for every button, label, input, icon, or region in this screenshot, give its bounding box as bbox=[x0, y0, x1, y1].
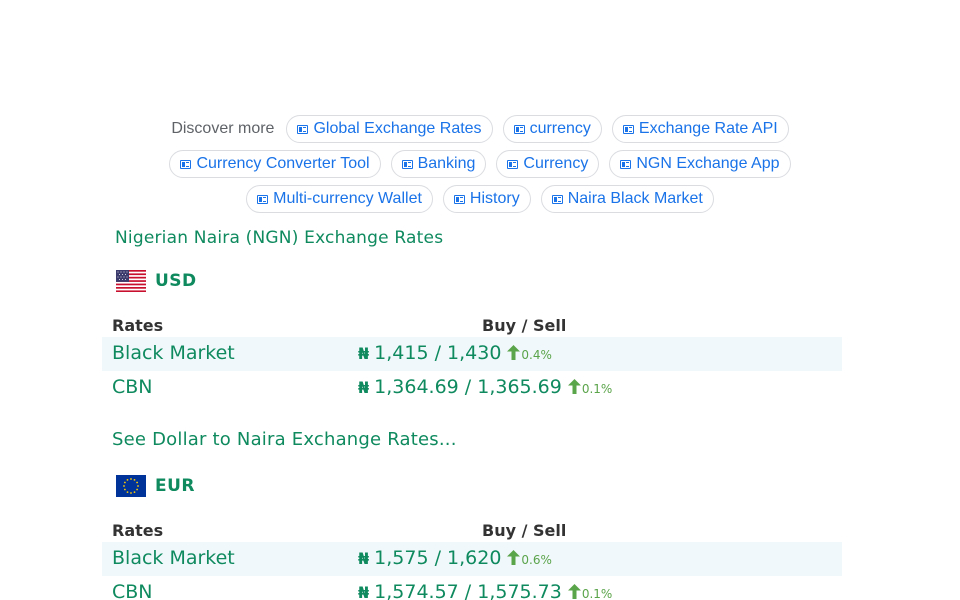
arrow-up-icon bbox=[507, 345, 521, 360]
discover-row-3: Multi-currency Wallet History Naira Blac… bbox=[0, 184, 960, 214]
news-icon bbox=[453, 194, 465, 204]
news-icon bbox=[180, 159, 192, 169]
header-buy-sell: Buy / Sell bbox=[482, 316, 567, 335]
arrow-up-icon bbox=[507, 550, 521, 565]
chip-currency[interactable]: Currency bbox=[496, 150, 600, 178]
header-rates: Rates bbox=[112, 316, 164, 335]
table-row-eur-black-market: Black Market ₦ 1,575 / 1,620 0.6% bbox=[102, 542, 842, 576]
page: Discover more Global Exchange Rates curr… bbox=[0, 0, 960, 600]
rate-change: 0.1% bbox=[581, 587, 613, 600]
discover-row-1: Discover more Global Exchange Rates curr… bbox=[0, 114, 960, 144]
currency-code-eur: EUR bbox=[155, 476, 196, 496]
currency-code-usd: USD bbox=[155, 271, 197, 291]
naira-symbol: ₦ bbox=[358, 583, 370, 600]
chip-currency-converter-tool[interactable]: Currency Converter Tool bbox=[169, 150, 381, 178]
rate-value: ₦ 1,364.69 / 1,365.69 0.1% bbox=[358, 376, 613, 398]
chip-banking[interactable]: Banking bbox=[390, 150, 487, 178]
currency-header-eur: EUR bbox=[102, 473, 842, 499]
table-row-usd-cbn: CBN ₦ 1,364.69 / 1,365.69 0.1% bbox=[102, 371, 842, 405]
usd-section: USD Rates Buy / Sell Black Market ₦ 1,415… bbox=[102, 268, 842, 405]
rate-change: 0.1% bbox=[581, 382, 613, 396]
arrow-up-icon bbox=[567, 379, 581, 394]
discover-more-label: Discover more bbox=[171, 120, 275, 137]
rates-table-header: Rates Buy / Sell bbox=[102, 518, 842, 542]
news-icon bbox=[401, 159, 413, 169]
naira-symbol: ₦ bbox=[358, 378, 370, 397]
chip-history[interactable]: History bbox=[442, 185, 531, 213]
rate-name: CBN bbox=[112, 581, 153, 600]
see-dollar-rates-link[interactable]: See Dollar to Naira Exchange Rates... bbox=[112, 429, 457, 450]
header-rates: Rates bbox=[112, 521, 164, 540]
rates-table-header: Rates Buy / Sell bbox=[102, 313, 842, 337]
news-icon bbox=[513, 124, 525, 134]
news-icon bbox=[507, 159, 519, 169]
rate-value: ₦ 1,575 / 1,620 0.6% bbox=[358, 547, 552, 569]
page-title: Nigerian Naira (NGN) Exchange Rates bbox=[115, 228, 444, 248]
news-icon bbox=[297, 124, 309, 134]
chip-naira-black-market[interactable]: Naira Black Market bbox=[540, 185, 714, 213]
chip-global-exchange-rates[interactable]: Global Exchange Rates bbox=[286, 115, 493, 143]
news-icon bbox=[622, 124, 634, 134]
rate-change: 0.6% bbox=[521, 553, 552, 567]
rate-name: Black Market bbox=[112, 342, 235, 364]
rate-name: Black Market bbox=[112, 547, 235, 569]
chip-multi-currency-wallet[interactable]: Multi-currency Wallet bbox=[246, 185, 433, 213]
rate-name: CBN bbox=[112, 376, 153, 398]
rate-value: ₦ 1,574.57 / 1,575.73 0.1% bbox=[358, 581, 613, 600]
chip-currency-lower[interactable]: currency bbox=[502, 115, 602, 143]
chip-ngn-exchange-app[interactable]: NGN Exchange App bbox=[609, 150, 791, 178]
news-icon bbox=[257, 194, 269, 204]
eu-flag-icon bbox=[116, 475, 146, 497]
chip-exchange-rate-api[interactable]: Exchange Rate API bbox=[611, 115, 789, 143]
table-row-eur-cbn: CBN ₦ 1,574.57 / 1,575.73 0.1% bbox=[102, 576, 842, 600]
rate-value: ₦ 1,415 / 1,430 0.4% bbox=[358, 342, 552, 364]
naira-symbol: ₦ bbox=[358, 344, 370, 363]
currency-header-usd: USD bbox=[102, 268, 842, 294]
rate-change: 0.4% bbox=[521, 348, 552, 362]
header-buy-sell: Buy / Sell bbox=[482, 521, 567, 540]
us-flag-icon bbox=[116, 270, 146, 292]
arrow-up-icon bbox=[567, 584, 581, 599]
discover-more-panel: Discover more Global Exchange Rates curr… bbox=[0, 114, 960, 219]
news-icon bbox=[551, 194, 563, 204]
eur-section: EUR Rates Buy / Sell Black Market ₦ 1,575… bbox=[102, 473, 842, 600]
discover-row-2: Currency Converter Tool Banking Currency… bbox=[0, 149, 960, 179]
news-icon bbox=[620, 159, 632, 169]
naira-symbol: ₦ bbox=[358, 549, 370, 568]
table-row-usd-black-market: Black Market ₦ 1,415 / 1,430 0.4% bbox=[102, 337, 842, 371]
